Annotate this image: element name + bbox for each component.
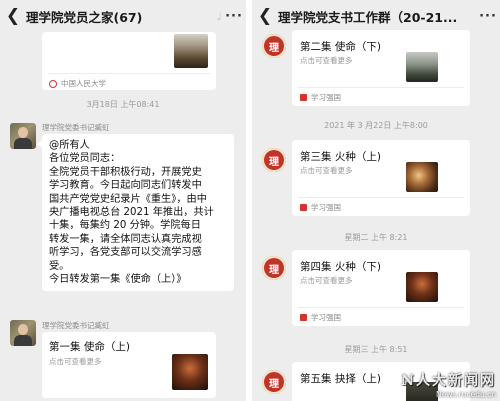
video-card-subtitle: 点击可查看更多 — [49, 357, 102, 366]
renmin-university-logo-icon — [49, 79, 57, 88]
message-line: 听学习，各党支部可以交流学习感 — [49, 247, 202, 259]
xuexi-logo-icon[interactable]: 理 — [262, 148, 286, 172]
logo-text: 理 — [269, 156, 279, 168]
card-source: 学习强国 — [300, 92, 341, 103]
video-card[interactable]: 第二集 使命（下) 点击可查看更多 学习强国 — [292, 30, 470, 106]
video-card-subtitle: 点击可查看更多 — [300, 276, 353, 285]
logo-text: 理 — [269, 378, 279, 390]
logo-text: 理 — [269, 42, 279, 54]
message-line: 十集，每集约 20 分钟。学院每日 — [49, 220, 201, 232]
xuexi-logo-icon[interactable]: 理 — [262, 34, 286, 58]
card-source-label: 学习强国 — [311, 93, 341, 102]
more-dots-icon[interactable]: ··· — [222, 9, 246, 24]
card-divider — [298, 307, 464, 308]
card-divider — [298, 197, 464, 198]
news-watermark: N人大新闻网 News.rucedu.cn — [401, 370, 496, 399]
timestamp: 星期三 上午 8:51 — [344, 345, 408, 354]
message-line: 今日转发第一集《使命（上）》 — [49, 274, 187, 286]
avatar[interactable] — [10, 320, 36, 346]
watermark-title: N人大新闻网 — [401, 373, 496, 389]
video-thumbnail — [406, 272, 438, 302]
message-line: 全院党员干部积极行动，开展党史 — [49, 166, 202, 178]
shared-article-card[interactable]: 中国人民大学 — [42, 32, 216, 90]
avatar[interactable] — [10, 123, 36, 149]
message-line: 学习教育。今日起向同志们转发中 — [49, 180, 202, 192]
article-thumbnail — [174, 34, 208, 68]
message-line: 受。 — [49, 260, 70, 272]
logo-text: 理 — [269, 264, 279, 276]
video-card-subtitle: 点击可查看更多 — [300, 166, 353, 175]
video-card-title: 第四集 火种（下) — [300, 261, 381, 273]
more-dots-icon[interactable]: ··· — [476, 9, 500, 24]
card-divider — [298, 87, 464, 88]
video-card[interactable]: 第三集 火种（上) 点击可查看更多 学习强国 — [292, 140, 470, 216]
card-source: 学习强国 — [300, 202, 341, 213]
timestamp: 星期二 上午 8:21 — [344, 233, 408, 242]
video-card[interactable]: 第一集 使命（上) 点击可查看更多 — [42, 332, 216, 398]
message-line: @所有人 — [49, 140, 90, 151]
back-chevron-icon[interactable]: ❮ — [252, 6, 278, 26]
video-card-title: 第五集 抉择（上) — [300, 373, 381, 385]
card-source-label: 学习强国 — [311, 313, 341, 322]
right-chat-panel: ❮ 理学院党支书工作群（20-21... ··· 理 第二集 使命（下) 点击可… — [252, 0, 500, 401]
card-source-label: 中国人民大学 — [61, 79, 106, 88]
message-line: 国共产党党史纪录片《重生》，由中 — [49, 193, 207, 205]
xuexi-source-icon — [300, 314, 307, 321]
message-bubble[interactable]: @所有人 各位党员同志： 全院党员干部积极行动，开展党史 学习教育。今日起向同志… — [42, 134, 234, 292]
xuexi-source-icon — [300, 94, 307, 101]
watermark-url: News.rucedu.cn — [436, 390, 496, 399]
back-chevron-icon[interactable]: ❮ — [0, 6, 26, 26]
card-divider — [48, 73, 210, 74]
video-card[interactable]: 第四集 火种（下) 点击可查看更多 学习强国 — [292, 250, 470, 326]
left-chat-panel: ❮ 理学院党员之家(67) ♩ ··· 中国人民大学 3月18日 上午08:41… — [0, 0, 246, 401]
message-line: 央广播电视总台 2021 年推出，共计 — [49, 207, 214, 219]
xuexi-logo-icon[interactable]: 理 — [262, 370, 286, 394]
right-chat-title: 理学院党支书工作群（20-21... — [278, 9, 458, 25]
card-source: 中国人民大学 — [49, 78, 106, 89]
video-thumbnail — [172, 354, 208, 390]
left-chat-header: ❮ 理学院党员之家(67) ♩ ··· — [0, 0, 246, 32]
card-source-label: 学习强国 — [311, 203, 341, 212]
video-thumbnail — [406, 52, 438, 82]
timestamp: 2021 年 3 月22日 上午8:00 — [324, 121, 428, 130]
video-card-title: 第一集 使命（上) — [49, 341, 130, 353]
card-source: 学习强国 — [300, 312, 341, 323]
right-chat-header: ❮ 理学院党支书工作群（20-21... ··· — [252, 0, 500, 32]
video-card-title: 第二集 使命（下) — [300, 41, 381, 53]
sender-name: 理学院党委书记臧虹 — [42, 123, 110, 132]
video-card-title: 第三集 火种（上) — [300, 151, 381, 163]
video-thumbnail — [406, 162, 438, 192]
xuexi-source-icon — [300, 204, 307, 211]
message-line: 转发一集，请全体同志认真完成视 — [49, 233, 202, 245]
timestamp: 3月18日 上午08:41 — [86, 100, 160, 109]
video-card-subtitle: 点击可查看更多 — [300, 56, 353, 65]
sender-name: 理学院党委书记臧虹 — [42, 321, 110, 330]
left-chat-title: 理学院党员之家(67) — [26, 9, 143, 25]
xuexi-logo-icon[interactable]: 理 — [262, 256, 286, 280]
message-line: 各位党员同志： — [49, 153, 121, 165]
